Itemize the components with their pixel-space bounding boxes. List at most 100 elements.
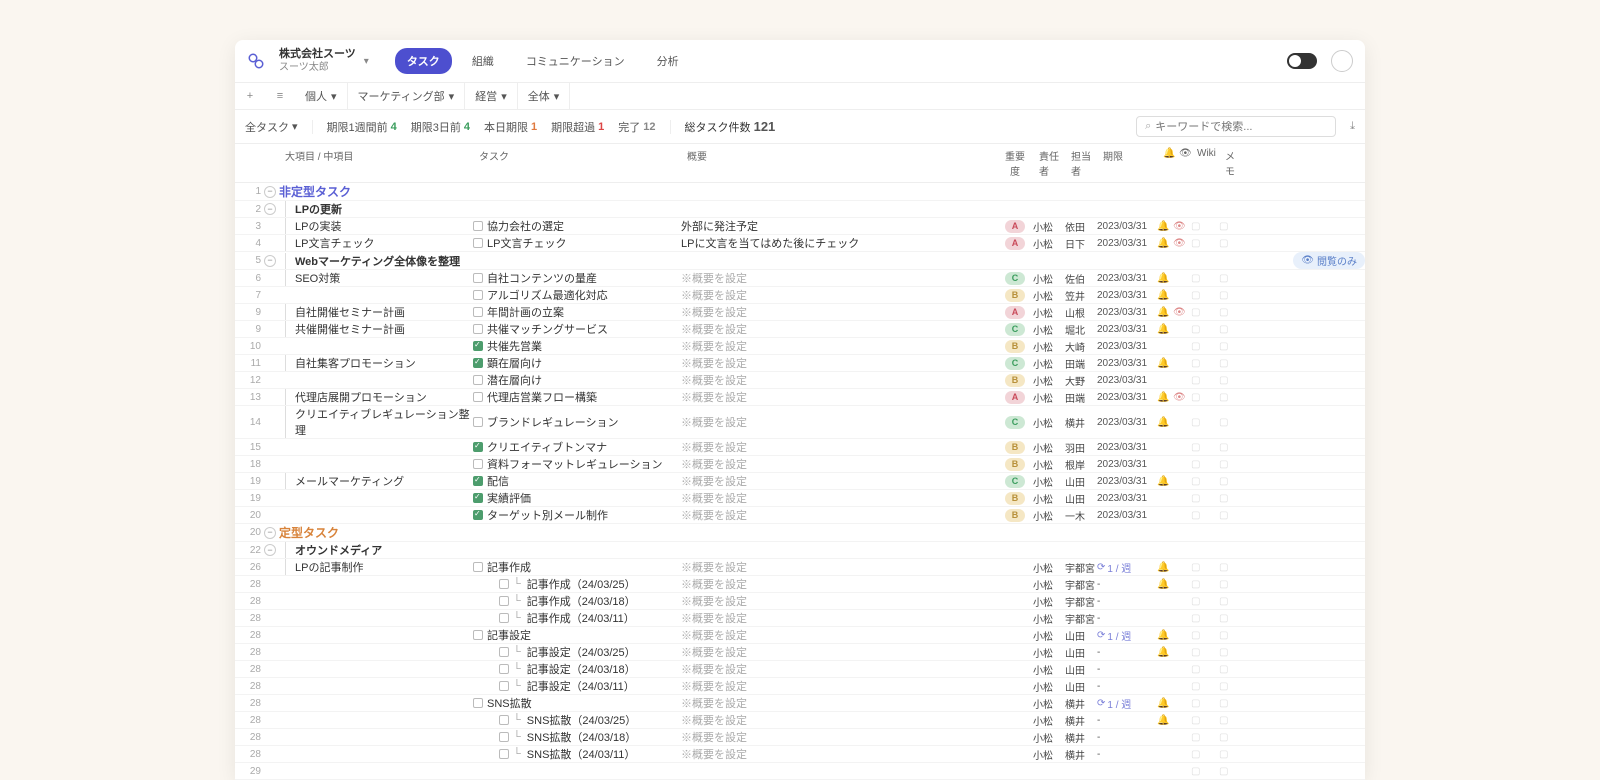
wiki-cell[interactable]: ▢: [1191, 630, 1219, 641]
table-row[interactable]: 6SEO対策自社コンテンツの量産※概要を設定C小松佐伯2023/03/31🔔▢▢: [235, 270, 1365, 287]
org-selector[interactable]: 株式会社スーツ スーツ太郎: [279, 48, 356, 73]
wiki-cell[interactable]: ▢: [1191, 766, 1219, 777]
checkbox[interactable]: [473, 510, 483, 520]
checkbox[interactable]: [499, 596, 509, 606]
table-row[interactable]: 18資料フォーマットレギュレーション※概要を設定B小松根岸2023/03/31▢…: [235, 456, 1365, 473]
checkbox[interactable]: [473, 324, 483, 334]
desc-cell[interactable]: ※概要を設定: [681, 627, 997, 643]
add-icon[interactable]: +: [235, 83, 265, 109]
wiki-cell[interactable]: ▢: [1191, 732, 1219, 743]
desc-cell[interactable]: ※概要を設定: [681, 644, 997, 660]
wiki-cell[interactable]: ▢: [1191, 596, 1219, 607]
table-row[interactable]: 26LPの記事制作記事作成※概要を設定小松宇都宮⟳ 1 / 週🔔▢▢: [235, 559, 1365, 576]
memo-cell[interactable]: ▢: [1219, 749, 1247, 760]
memo-cell[interactable]: ▢: [1219, 221, 1247, 232]
desc-cell[interactable]: ※概要を設定: [681, 270, 997, 286]
download-icon[interactable]: ⤓: [1350, 120, 1355, 133]
table-row[interactable]: 12潜在層向け※概要を設定B小松大野2023/03/31▢▢: [235, 372, 1365, 389]
desc-cell[interactable]: ※概要を設定: [681, 287, 997, 303]
wiki-cell[interactable]: ▢: [1191, 238, 1219, 249]
tab-management[interactable]: 経営▾: [465, 83, 518, 109]
nav-org[interactable]: 組織: [460, 48, 506, 74]
table-row[interactable]: 20−定型タスク: [235, 524, 1365, 542]
desc-cell[interactable]: ※概要を設定: [681, 439, 997, 455]
wiki-cell[interactable]: ▢: [1191, 749, 1219, 760]
table-row[interactable]: 28└記事作成（24/03/11）※概要を設定小松宇都宮-▢▢: [235, 610, 1365, 627]
checkbox[interactable]: [499, 749, 509, 759]
memo-cell[interactable]: ▢: [1219, 392, 1247, 403]
wiki-cell[interactable]: ▢: [1191, 221, 1219, 232]
memo-cell[interactable]: ▢: [1219, 476, 1247, 487]
desc-cell[interactable]: ※概要を設定: [681, 389, 997, 405]
memo-cell[interactable]: ▢: [1219, 664, 1247, 675]
memo-cell[interactable]: ▢: [1219, 732, 1247, 743]
table-row[interactable]: 28SNS拡散※概要を設定小松横井⟳ 1 / 週🔔▢▢: [235, 695, 1365, 712]
table-row[interactable]: 4LP文言チェックLP文言チェックLPに文言を当てはめた後にチェックA小松日下2…: [235, 235, 1365, 252]
desc-cell[interactable]: ※概要を設定: [681, 473, 997, 489]
desc-cell[interactable]: ※概要を設定: [681, 372, 997, 388]
checkbox[interactable]: [499, 579, 509, 589]
desc-cell[interactable]: ※概要を設定: [681, 695, 997, 711]
checkbox[interactable]: [473, 476, 483, 486]
memo-cell[interactable]: ▢: [1219, 417, 1247, 428]
memo-cell[interactable]: ▢: [1219, 307, 1247, 318]
wiki-cell[interactable]: ▢: [1191, 715, 1219, 726]
memo-cell[interactable]: ▢: [1219, 358, 1247, 369]
checkbox[interactable]: [473, 307, 483, 317]
checkbox[interactable]: [499, 715, 509, 725]
memo-cell[interactable]: ▢: [1219, 493, 1247, 504]
desc-cell[interactable]: ※概要を設定: [681, 746, 997, 762]
checkbox[interactable]: [473, 392, 483, 402]
memo-cell[interactable]: ▢: [1219, 613, 1247, 624]
wiki-cell[interactable]: ▢: [1191, 307, 1219, 318]
user-avatar[interactable]: [1331, 50, 1353, 72]
wiki-cell[interactable]: ▢: [1191, 417, 1219, 428]
dark-mode-toggle[interactable]: [1287, 53, 1317, 69]
filter-1week[interactable]: 期限1週間前 4: [327, 119, 397, 135]
table-row[interactable]: 14クリエイティブレギュレーション整理ブランドレギュレーション※概要を設定C小松…: [235, 406, 1365, 439]
checkbox[interactable]: [473, 238, 483, 248]
wiki-cell[interactable]: ▢: [1191, 290, 1219, 301]
memo-cell[interactable]: ▢: [1219, 442, 1247, 453]
wiki-cell[interactable]: ▢: [1191, 459, 1219, 470]
checkbox[interactable]: [499, 613, 509, 623]
table-row[interactable]: 13代理店展開プロモーション代理店営業フロー構築※概要を設定A小松田端2023/…: [235, 389, 1365, 406]
filter-today[interactable]: 本日期限 1: [484, 119, 537, 135]
memo-cell[interactable]: ▢: [1219, 562, 1247, 573]
table-row[interactable]: 20ターゲット別メール制作※概要を設定B小松一木2023/03/31▢▢: [235, 507, 1365, 524]
collapse-icon[interactable]: −: [264, 203, 276, 215]
desc-cell[interactable]: ※概要を設定: [681, 729, 997, 745]
desc-cell[interactable]: ※概要を設定: [681, 610, 997, 626]
tab-department[interactable]: マーケティング部▾: [348, 83, 466, 109]
desc-cell[interactable]: ※概要を設定: [681, 304, 997, 320]
wiki-cell[interactable]: ▢: [1191, 562, 1219, 573]
table-row[interactable]: 28記事設定※概要を設定小松山田⟳ 1 / 週🔔▢▢: [235, 627, 1365, 644]
table-row[interactable]: 7アルゴリズム最適化対応※概要を設定B小松笠井2023/03/31🔔▢▢: [235, 287, 1365, 304]
nav-comm[interactable]: コミュニケーション: [514, 48, 637, 74]
checkbox[interactable]: [499, 732, 509, 742]
memo-cell[interactable]: ▢: [1219, 715, 1247, 726]
desc-cell[interactable]: ※概要を設定: [681, 712, 997, 728]
table-row[interactable]: 29▢▢: [235, 763, 1365, 780]
desc-cell[interactable]: ※概要を設定: [681, 355, 997, 371]
wiki-cell[interactable]: ▢: [1191, 681, 1219, 692]
wiki-cell[interactable]: ▢: [1191, 273, 1219, 284]
filter-3days[interactable]: 期限3日前 4: [411, 119, 470, 135]
wiki-cell[interactable]: ▢: [1191, 579, 1219, 590]
table-row[interactable]: 3LPの実装協力会社の選定外部に発注予定A小松依田2023/03/31🔔👁▢▢: [235, 218, 1365, 235]
desc-cell[interactable]: 外部に発注予定: [681, 218, 997, 234]
memo-cell[interactable]: ▢: [1219, 681, 1247, 692]
table-row[interactable]: 28└記事設定（24/03/25）※概要を設定小松山田-🔔▢▢: [235, 644, 1365, 661]
table-row[interactable]: 28└記事作成（24/03/25）※概要を設定小松宇都宮-🔔▢▢: [235, 576, 1365, 593]
desc-cell[interactable]: ※概要を設定: [681, 678, 997, 694]
desc-cell[interactable]: ※概要を設定: [681, 593, 997, 609]
table-row[interactable]: 28└SNS拡散（24/03/18）※概要を設定小松横井-▢▢: [235, 729, 1365, 746]
wiki-cell[interactable]: ▢: [1191, 324, 1219, 335]
memo-cell[interactable]: ▢: [1219, 510, 1247, 521]
collapse-icon[interactable]: −: [264, 527, 276, 539]
wiki-cell[interactable]: ▢: [1191, 698, 1219, 709]
wiki-cell[interactable]: ▢: [1191, 358, 1219, 369]
table-row[interactable]: 19メールマーケティング配信※概要を設定C小松山田2023/03/31🔔▢▢: [235, 473, 1365, 490]
checkbox[interactable]: [473, 417, 483, 427]
filter-all-tasks[interactable]: 全タスク▾: [245, 119, 298, 135]
